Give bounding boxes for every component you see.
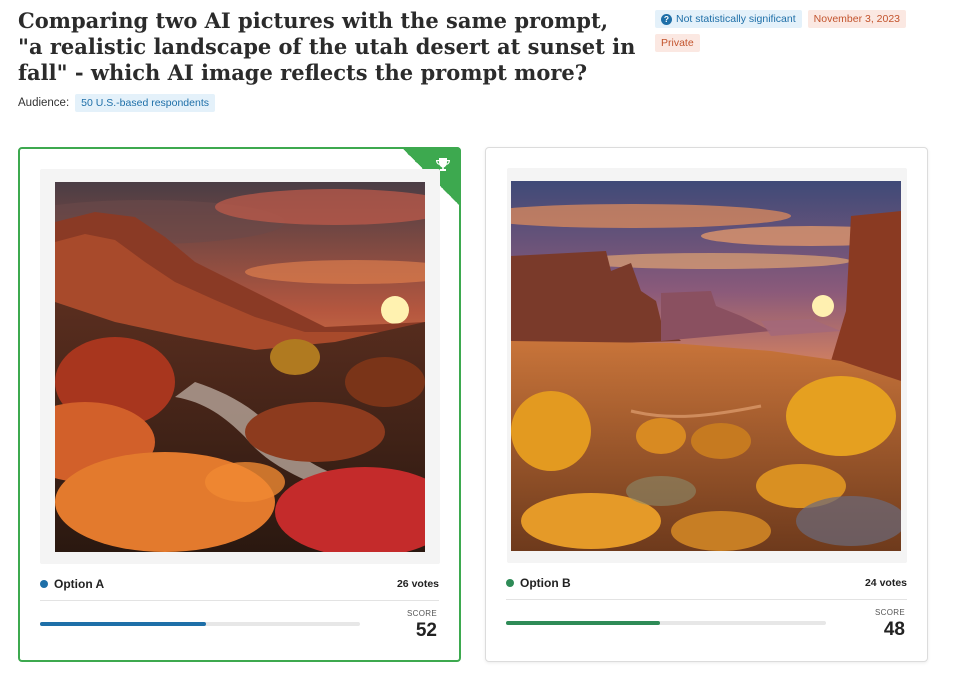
option-b-label: Option B — [520, 576, 571, 590]
desert-mesa-sunset-image[interactable] — [511, 181, 901, 551]
visibility-badge: Private — [655, 34, 700, 52]
option-b-image-frame — [507, 168, 907, 563]
option-b-divider — [506, 599, 907, 600]
option-b-color-dot — [506, 579, 514, 587]
option-b-name: Option B — [506, 576, 571, 590]
option-a-name: Option A — [40, 577, 104, 591]
option-a-score-label: SCORE — [407, 609, 437, 618]
audience-badge: 50 U.S.-based respondents — [75, 94, 215, 112]
significance-badge[interactable]: ? Not statistically significant — [655, 10, 802, 28]
audience-label: Audience: — [18, 97, 70, 109]
audience-row: Audience: 50 U.S.-based respondents — [18, 94, 215, 112]
option-a-score-bar — [40, 622, 360, 626]
option-b-score-fill — [506, 621, 660, 625]
option-a-image-frame — [40, 169, 440, 564]
page-title: Comparing two AI pictures with the same … — [18, 8, 636, 85]
option-a-divider — [40, 600, 439, 601]
date-badge: November 3, 2023 — [807, 10, 907, 28]
option-b-header: Option B 24 votes — [506, 576, 907, 590]
option-b-score-bar — [506, 621, 826, 625]
option-a-label: Option A — [54, 577, 105, 591]
option-a-color-dot — [40, 580, 48, 588]
option-a-card[interactable]: Option A 26 votes SCORE 52 — [18, 147, 461, 662]
question-circle-icon: ? — [661, 13, 672, 25]
badge-group: ? Not statistically significant November… — [655, 10, 955, 52]
option-a-header: Option A 26 votes — [40, 577, 439, 591]
option-b-card[interactable]: Option B 24 votes SCORE 48 — [485, 147, 928, 662]
option-b-votes: 24 votes — [864, 577, 907, 589]
significance-badge-label: Not statistically significant — [676, 13, 796, 25]
option-b-score: 48 — [883, 619, 905, 640]
option-b-score-label: SCORE — [875, 608, 905, 617]
option-a-votes: 26 votes — [396, 578, 439, 590]
desert-canyon-river-sunset-image[interactable] — [55, 182, 425, 552]
option-a-score: 52 — [415, 620, 437, 641]
option-a-score-fill — [40, 622, 207, 626]
